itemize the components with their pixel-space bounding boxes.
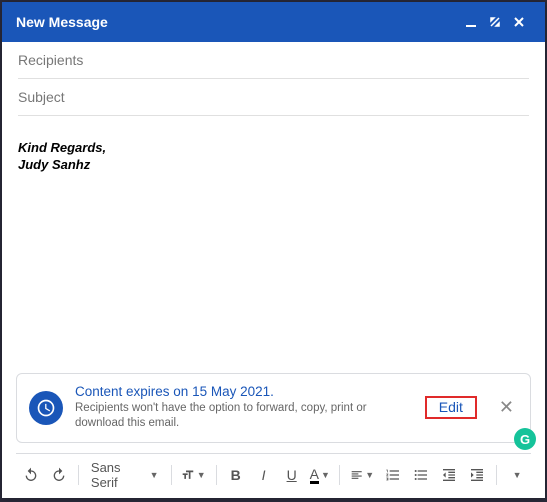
italic-button[interactable]: I	[251, 462, 277, 488]
recipients-placeholder: Recipients	[18, 52, 83, 68]
confidential-edit-button[interactable]: Edit	[425, 399, 477, 417]
grammarly-icon[interactable]: G	[514, 428, 536, 450]
confidential-close-button[interactable]: ✕	[495, 397, 518, 418]
confidential-clock-icon	[29, 391, 63, 425]
undo-button[interactable]	[18, 462, 44, 488]
popout-button[interactable]	[483, 10, 507, 34]
edit-label: Edit	[431, 395, 471, 419]
confidential-subtitle: Recipients won't have the option to forw…	[75, 401, 413, 432]
close-button[interactable]	[507, 10, 531, 34]
subject-placeholder: Subject	[18, 89, 65, 105]
format-toolbar: Sans Serif ▼ ▼ B I U A ▼ ▼	[16, 453, 531, 490]
bottom-area: Content expires on 15 May 2021. Recipien…	[2, 363, 545, 498]
indent-more-button[interactable]	[464, 462, 490, 488]
bold-button[interactable]: B	[223, 462, 249, 488]
confidential-title: Content expires on 15 May 2021.	[75, 384, 413, 399]
confidential-banner: Content expires on 15 May 2021. Recipien…	[16, 373, 531, 443]
minimize-button[interactable]	[459, 10, 483, 34]
text-color-button[interactable]: A ▼	[307, 462, 333, 488]
caret-down-icon: ▼	[513, 470, 522, 480]
subject-field[interactable]: Subject	[18, 79, 529, 116]
window-title: New Message	[16, 14, 108, 30]
align-button[interactable]: ▼	[346, 462, 378, 488]
redo-button[interactable]	[46, 462, 72, 488]
more-formatting-button[interactable]: ▼	[503, 462, 529, 488]
compose-window: New Message Recipients Subject Kind Rega…	[2, 2, 545, 498]
caret-down-icon: ▼	[321, 470, 330, 480]
title-bar: New Message	[2, 2, 545, 42]
recipients-field[interactable]: Recipients	[18, 42, 529, 79]
caret-down-icon: ▼	[197, 470, 206, 480]
indent-less-button[interactable]	[436, 462, 462, 488]
signature-line-1: Kind Regards,	[18, 140, 529, 155]
font-family-label: Sans Serif	[91, 460, 144, 490]
numbered-list-button[interactable]	[380, 462, 406, 488]
caret-down-icon: ▼	[150, 470, 159, 480]
caret-down-icon: ▼	[365, 470, 374, 480]
message-body[interactable]: Kind Regards, Judy Sanhz	[2, 116, 545, 363]
bulleted-list-button[interactable]	[408, 462, 434, 488]
font-family-select[interactable]: Sans Serif ▼	[85, 460, 165, 490]
header-fields: Recipients Subject	[2, 42, 545, 116]
confidential-text: Content expires on 15 May 2021. Recipien…	[75, 384, 413, 432]
underline-button[interactable]: U	[279, 462, 305, 488]
signature-line-2: Judy Sanhz	[18, 157, 529, 172]
font-size-button[interactable]: ▼	[177, 462, 209, 488]
